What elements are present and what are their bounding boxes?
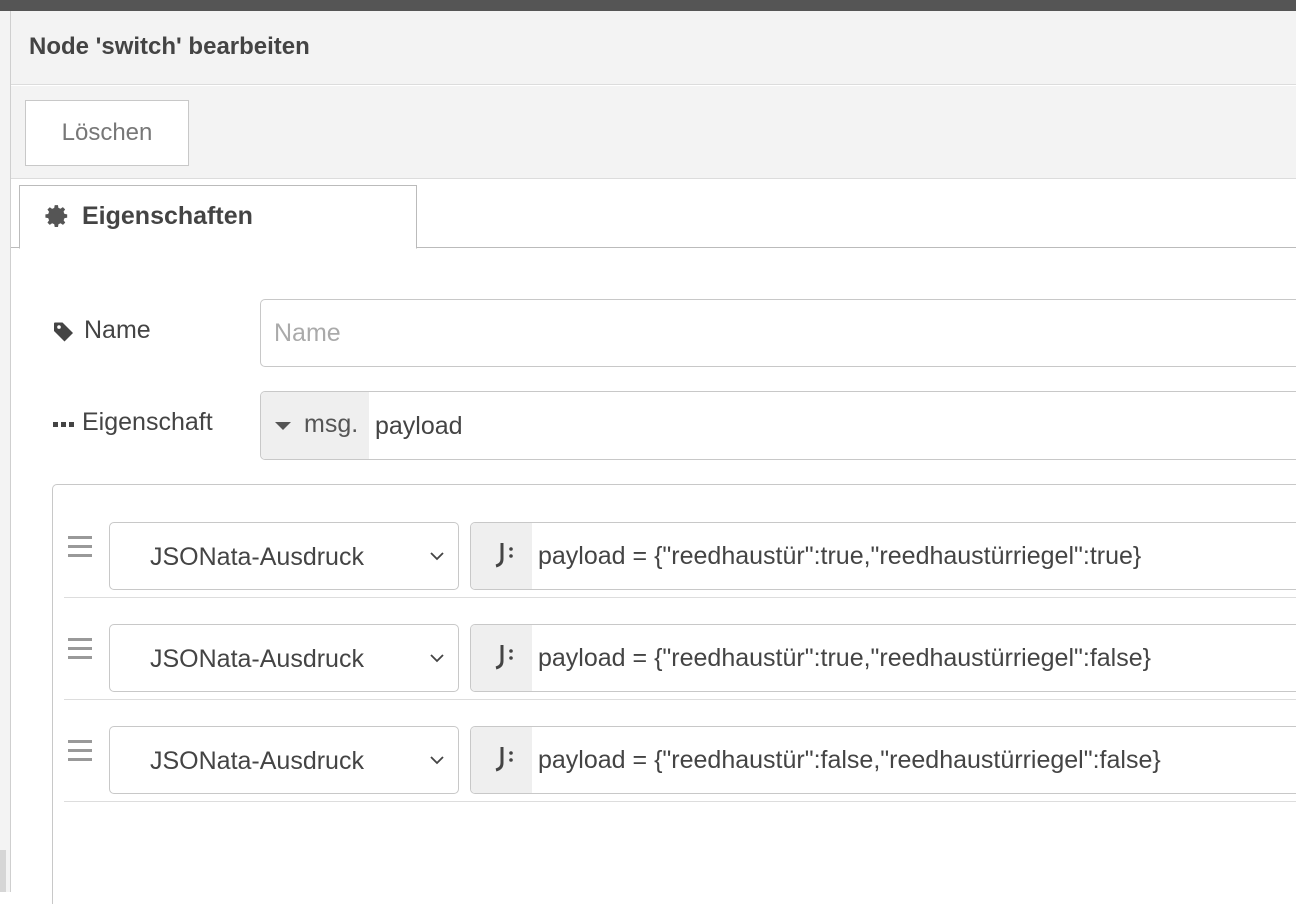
chevron-down-icon	[430, 552, 444, 561]
name-label-text: Name	[84, 316, 151, 344]
jsonata-icon	[495, 747, 513, 772]
property-value[interactable]: payload	[375, 412, 463, 441]
jsonata-icon	[495, 645, 513, 670]
rule-value-type-select[interactable]	[471, 523, 532, 589]
tab-label: Eigenschaften	[82, 202, 253, 230]
rule-value-text: payload = {"reedhaustür":true,"reedhaust…	[538, 644, 1151, 672]
rule-operator-select[interactable]: JSONata-Ausdruck	[109, 624, 459, 692]
drag-handle-icon[interactable]	[68, 536, 92, 558]
property-type-prefix: msg.	[304, 410, 359, 438]
ellipsis-icon	[53, 422, 74, 427]
drag-handle-icon[interactable]	[68, 740, 92, 762]
workspace-scrollbar[interactable]	[0, 850, 6, 892]
tray-title: Node 'switch' bearbeiten	[29, 33, 310, 60]
rule-operator-select[interactable]: JSONata-Ausdruck	[109, 522, 459, 590]
rule-value-type-select[interactable]	[471, 625, 532, 691]
rule-row: JSONata-Ausdruck payload = {"reedhaustür…	[64, 700, 1296, 802]
rule-value-input[interactable]: payload = {"reedhaustür":true,"reedhaust…	[470, 624, 1296, 692]
rule-operator-select[interactable]: JSONata-Ausdruck	[109, 726, 459, 794]
tray-toolbar: Löschen	[11, 86, 1296, 179]
delete-button[interactable]: Löschen	[25, 100, 189, 166]
drag-handle-icon[interactable]	[68, 638, 92, 660]
rule-operator-label: JSONata-Ausdruck	[150, 645, 364, 673]
gear-icon	[45, 205, 68, 227]
rule-value-text: payload = {"reedhaustür":false,"reedhaus…	[538, 746, 1161, 774]
editor-top-bar	[0, 0, 1296, 11]
rule-value-input[interactable]: payload = {"reedhaustür":false,"reedhaus…	[470, 726, 1296, 794]
rules-list: JSONata-Ausdruck payload = {"reedhaustür…	[52, 484, 1296, 904]
name-label: Name	[52, 316, 232, 348]
edit-tray: Node 'switch' bearbeiten Löschen Eigensc…	[11, 11, 1296, 904]
tray-header: Node 'switch' bearbeiten	[11, 11, 1296, 85]
rule-value-input[interactable]: payload = {"reedhaustür":true,"reedhaust…	[470, 522, 1296, 590]
chevron-down-icon	[430, 654, 444, 663]
tag-icon	[54, 322, 73, 342]
rule-value-text: payload = {"reedhaustür":true,"reedhaust…	[538, 542, 1142, 570]
tab-properties[interactable]: Eigenschaften	[19, 185, 417, 249]
workspace-edge	[0, 11, 11, 892]
property-label: Eigenschaft	[52, 408, 252, 440]
name-input[interactable]	[260, 299, 1296, 367]
jsonata-icon	[495, 543, 513, 568]
property-label-text: Eigenschaft	[82, 408, 213, 436]
property-input[interactable]: msg. payload	[260, 391, 1296, 460]
rule-operator-label: JSONata-Ausdruck	[150, 543, 364, 571]
rule-row: JSONata-Ausdruck payload = {"reedhaustür…	[64, 598, 1296, 700]
caret-down-icon	[275, 422, 291, 430]
tab-bar: Eigenschaften	[11, 179, 1296, 249]
rule-row: JSONata-Ausdruck payload = {"reedhaustür…	[64, 496, 1296, 598]
rule-value-type-select[interactable]	[471, 727, 532, 793]
property-type-select[interactable]: msg.	[261, 392, 369, 459]
rule-operator-label: JSONata-Ausdruck	[150, 747, 364, 775]
chevron-down-icon	[430, 756, 444, 765]
